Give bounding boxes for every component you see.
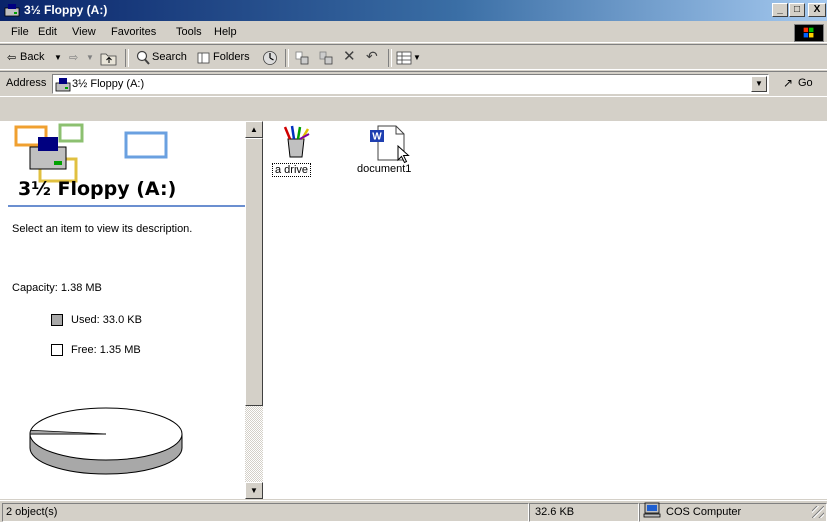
back-dropdown-icon[interactable]: ▼: [54, 53, 62, 62]
status-size: 32.6 KB: [535, 506, 575, 518]
free-space-text: Free: 1.35 MB: [71, 344, 141, 356]
menu-favorites[interactable]: Favorites: [111, 26, 156, 38]
delete-icon[interactable]: ✕: [343, 47, 356, 65]
used-legend-swatch: [51, 314, 63, 326]
computer-icon: [643, 502, 661, 518]
forward-button[interactable]: ⇨: [69, 51, 78, 64]
free-legend-swatch: [51, 344, 63, 356]
scroll-down-button[interactable]: ▼: [245, 482, 263, 499]
svg-text:W: W: [372, 132, 382, 143]
floppy-drive-icon: [4, 4, 20, 17]
windows-logo-icon: [794, 24, 824, 42]
search-icon: [136, 50, 150, 65]
minimize-button[interactable]: _: [772, 3, 788, 17]
address-label: Address: [6, 77, 47, 89]
word-document-icon[interactable]: W: [368, 124, 412, 164]
go-button[interactable]: Go: [798, 77, 813, 89]
status-panel-objects: [2, 503, 529, 522]
menu-help[interactable]: Help: [214, 26, 237, 38]
file-label[interactable]: a drive: [272, 163, 312, 177]
file-list[interactable]: [263, 121, 827, 499]
title-bar[interactable]: [0, 0, 827, 21]
title-divider: [8, 205, 245, 207]
search-button[interactable]: Search: [152, 51, 187, 63]
forward-dropdown-icon[interactable]: ▼: [86, 53, 94, 62]
program-icon[interactable]: [279, 125, 313, 159]
folders-button[interactable]: Folders: [213, 51, 250, 63]
toolbar: ⇦ Back ▼ ⇨ ▼ Search Folders ✕ ↶ ▼: [0, 44, 827, 70]
back-arrow-icon: ⇦: [7, 52, 17, 64]
address-field[interactable]: [52, 74, 769, 94]
status-computer: COS Computer: [666, 506, 742, 518]
menu-file[interactable]: File: [11, 26, 29, 38]
maximize-button[interactable]: □: [789, 3, 805, 17]
drive-title: 3½ Floppy (A:): [18, 178, 177, 200]
description-hint: Select an item to view its description.: [12, 223, 193, 235]
menu-view[interactable]: View: [72, 26, 96, 38]
close-button[interactable]: X: [808, 3, 826, 17]
used-space-text: Used: 33.0 KB: [71, 314, 142, 326]
history-icon[interactable]: [262, 50, 278, 66]
menu-tools[interactable]: Tools: [176, 26, 202, 38]
up-folder-icon[interactable]: [100, 50, 118, 66]
menu-edit[interactable]: Edit: [38, 26, 57, 38]
capacity-text: Capacity: 1.38 MB: [12, 282, 102, 294]
status-objects: 2 object(s): [6, 506, 58, 518]
scroll-up-button[interactable]: ▲: [245, 121, 263, 138]
move-to-icon[interactable]: [294, 50, 310, 66]
folders-icon: [197, 52, 210, 64]
address-dropdown-button[interactable]: ▼: [751, 76, 767, 92]
go-arrow-icon: ↗: [783, 76, 794, 90]
resize-grip[interactable]: [812, 506, 824, 518]
views-icon[interactable]: [396, 50, 412, 66]
undo-icon[interactable]: ↶: [366, 48, 378, 65]
window-title: 3½ Floppy (A:): [24, 3, 108, 17]
address-value[interactable]: 3½ Floppy (A:): [72, 78, 144, 90]
menu-bar: File Edit View Favorites Tools Help: [0, 21, 827, 43]
copy-to-icon[interactable]: [318, 50, 334, 66]
scroll-thumb[interactable]: [245, 138, 263, 406]
file-label[interactable]: document1: [357, 163, 411, 175]
disk-usage-pie: [29, 407, 183, 475]
back-button[interactable]: Back: [20, 51, 44, 63]
views-dropdown-icon[interactable]: ▼: [413, 53, 421, 62]
floppy-drive-icon: [55, 78, 71, 92]
